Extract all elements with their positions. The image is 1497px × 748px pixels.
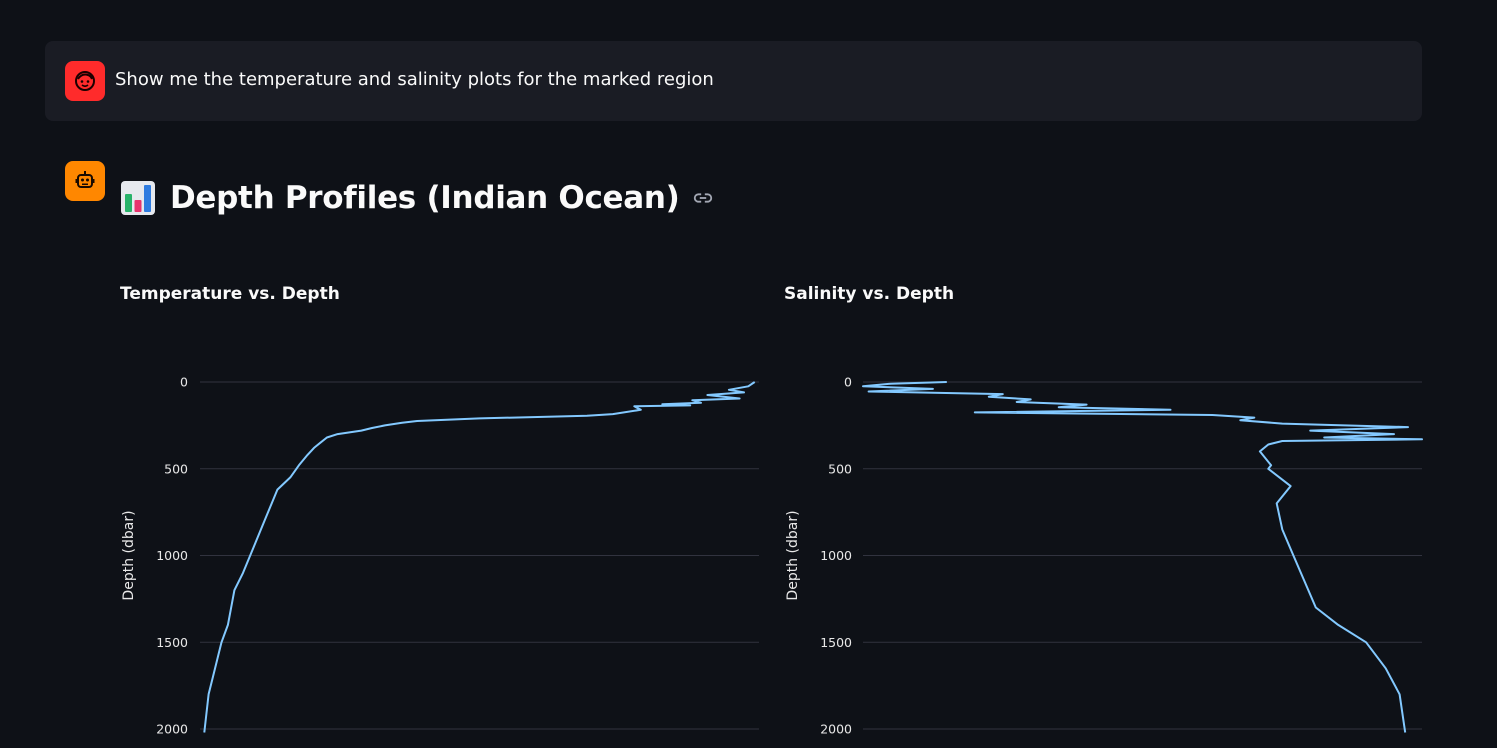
y-tick-label: 1000: [156, 548, 188, 563]
charts-canvas: 0 500 1000 1500 2000 Depth (dbar) 0 500 1000 150…: [121, 375, 1423, 737]
temperature-chart[interactable]: 0 500 1000 1500 2000 Depth (dbar): [121, 375, 759, 737]
y-tick-label: 500: [164, 461, 188, 476]
y-tick-label: 2000: [156, 722, 188, 737]
salinity-chart[interactable]: 0 500 1000 1500 2000 Depth (dbar): [785, 375, 1423, 737]
y-tick-label: 0: [844, 375, 852, 390]
y-axis-label: Depth (dbar): [121, 510, 137, 600]
y-tick-label: 1500: [156, 635, 188, 650]
y-axis-label: Depth (dbar): [785, 510, 801, 600]
y-tick-label: 2000: [820, 722, 852, 737]
y-tick-label: 1000: [820, 548, 852, 563]
y-tick-label: 500: [828, 461, 852, 476]
y-tick-label: 0: [180, 375, 188, 390]
series-line[interactable]: [203, 381, 756, 733]
series-line[interactable]: [862, 381, 1423, 733]
y-tick-label: 1500: [820, 635, 852, 650]
